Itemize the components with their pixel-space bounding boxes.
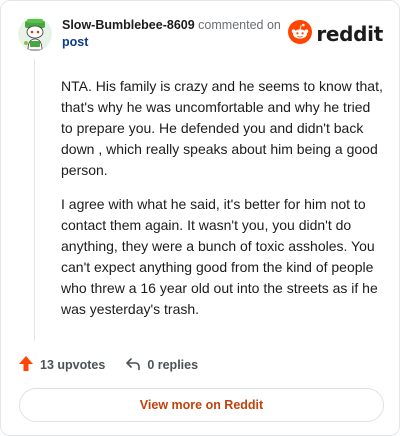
comment-actions: 13 upvotes 0 replies (18, 354, 198, 376)
upvote-count: 13 upvotes (40, 358, 106, 372)
reddit-logo-icon (288, 19, 313, 49)
upvote-button[interactable]: 13 upvotes (18, 355, 105, 375)
comment-meta: Slow-Bumblebee-8609 commented on post (62, 17, 281, 51)
view-more-button[interactable]: View more on Reddit (19, 388, 384, 422)
thread-line (34, 59, 35, 341)
snoo-avatar-icon[interactable] (18, 17, 52, 51)
reply-arrow-icon (125, 357, 147, 374)
action-text: commented on (198, 18, 281, 32)
post-link[interactable]: post (62, 34, 281, 51)
comment-header: Slow-Bumblebee-8609 commented on post re… (18, 15, 383, 55)
comment-body: NTA. His family is crazy and he seems to… (61, 76, 383, 333)
comment-paragraph: I agree with what he said, it's better f… (61, 196, 378, 317)
reddit-brand[interactable]: reddit (288, 19, 383, 49)
reply-count: 0 replies (147, 358, 199, 372)
reply-button[interactable]: 0 replies (125, 357, 198, 374)
comment-paragraph: NTA. His family is crazy and he seems to… (61, 78, 383, 178)
upvote-arrow-icon (18, 355, 40, 375)
username-link[interactable]: Slow-Bumblebee-8609 (62, 18, 195, 32)
reddit-wordmark: reddit (316, 22, 383, 46)
embedded-comment-card: Slow-Bumblebee-8609 commented on post re… (0, 0, 400, 436)
